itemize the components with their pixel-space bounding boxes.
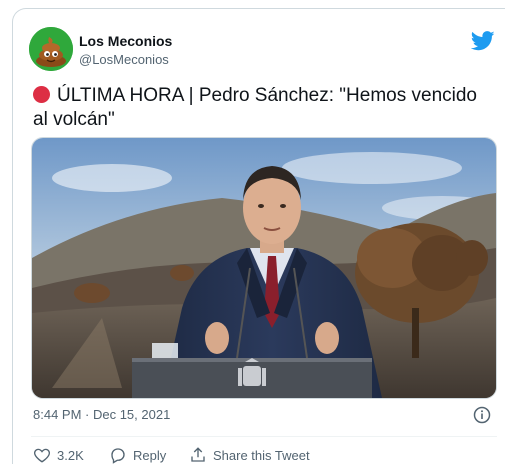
twitter-bird-icon[interactable] <box>471 31 495 51</box>
reply-label: Reply <box>133 447 167 463</box>
tweet-photo[interactable] <box>31 137 497 399</box>
like-button[interactable]: 3.2K <box>33 445 84 465</box>
divider <box>31 436 497 437</box>
share-icon <box>191 447 205 462</box>
volcano-press-photo <box>32 138 496 398</box>
reply-button[interactable]: Reply <box>109 445 166 465</box>
share-button[interactable]: Share this Tweet <box>189 445 310 465</box>
tweet-text-body: ÚLTIMA HORA | Pedro Sánchez: "Hemos venc… <box>33 85 478 130</box>
heart-icon <box>34 448 50 463</box>
red-circle-icon <box>33 86 50 103</box>
like-count: 3.2K <box>57 447 84 463</box>
tweet-text: ÚLTIMA HORA | Pedro Sánchez: "Hemos venc… <box>33 84 493 132</box>
avatar[interactable] <box>29 27 73 71</box>
author-name[interactable]: Los Meconios <box>79 33 172 49</box>
poop-mascot-icon <box>29 27 73 71</box>
info-icon[interactable] <box>473 406 491 424</box>
tweet-card[interactable]: Los Meconios @LosMeconios ÚLTIMA HORA | … <box>12 8 505 464</box>
tweet-timestamp[interactable]: 8:44 PM · Dec 15, 2021 <box>33 407 170 422</box>
share-label: Share this Tweet <box>213 447 310 463</box>
author-handle[interactable]: @LosMeconios <box>79 52 169 67</box>
speech-bubble-icon <box>111 448 125 464</box>
